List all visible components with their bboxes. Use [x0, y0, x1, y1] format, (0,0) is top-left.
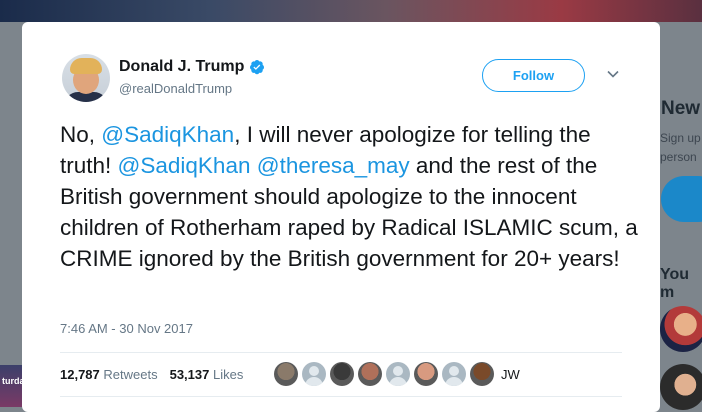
default-avatar-icon[interactable]	[302, 362, 326, 386]
likers-more-initials[interactable]: JW	[501, 367, 520, 382]
sidebar-signup-text: Sign up person	[660, 129, 702, 167]
tweet-timestamp[interactable]: 7:46 AM - 30 Nov 2017	[60, 321, 193, 336]
chevron-down-icon[interactable]	[607, 70, 619, 78]
divider	[60, 352, 622, 353]
liker-avatar[interactable]	[414, 362, 438, 386]
author-avatar[interactable]	[62, 54, 110, 102]
sidebar-signup-line: person	[660, 150, 697, 164]
mention-link[interactable]: @SadiqKhan	[101, 122, 234, 147]
sidebar-signup-line: Sign up	[660, 131, 701, 145]
mention-link[interactable]: @SadiqKhan	[118, 153, 251, 178]
background-left-strip	[0, 22, 22, 407]
liker-avatar[interactable]	[358, 362, 382, 386]
sidebar-avatar[interactable]	[660, 364, 702, 410]
author-name[interactable]: Donald J. Trump	[119, 58, 244, 76]
retweets-count[interactable]: 12,787	[60, 367, 100, 382]
follow-button[interactable]: Follow	[482, 59, 585, 92]
tweet-card: Donald J. Trump @realDonaldTrump Follow …	[22, 22, 660, 412]
sidebar-avatar[interactable]	[660, 306, 702, 352]
likers-avatars: JW	[274, 362, 520, 386]
sidebar-section-heading: You m	[660, 266, 690, 301]
retweets-label[interactable]: Retweets	[103, 367, 157, 382]
likes-label[interactable]: Likes	[213, 367, 243, 382]
background-left-promo	[0, 365, 22, 407]
verified-badge-icon	[250, 60, 265, 75]
default-avatar-icon[interactable]	[442, 362, 466, 386]
tweet-text: No, @SadiqKhan, I will never apologize f…	[60, 119, 640, 274]
sidebar-signup-button[interactable]	[661, 176, 702, 222]
background-banner	[0, 0, 702, 22]
tweet-text-segment: No,	[60, 122, 102, 147]
tweet-stats: 12,787 Retweets 53,137 Likes	[60, 367, 243, 382]
liker-avatar[interactable]	[274, 362, 298, 386]
divider	[60, 396, 622, 397]
mention-link[interactable]: @theresa_may	[257, 153, 410, 178]
sidebar-heading: New	[661, 98, 701, 119]
default-avatar-icon[interactable]	[386, 362, 410, 386]
likes-count[interactable]: 53,137	[170, 367, 210, 382]
liker-avatar[interactable]	[330, 362, 354, 386]
author-handle[interactable]: @realDonaldTrump	[119, 81, 232, 96]
author-name-row[interactable]: Donald J. Trump	[119, 58, 265, 76]
liker-avatar[interactable]	[470, 362, 494, 386]
